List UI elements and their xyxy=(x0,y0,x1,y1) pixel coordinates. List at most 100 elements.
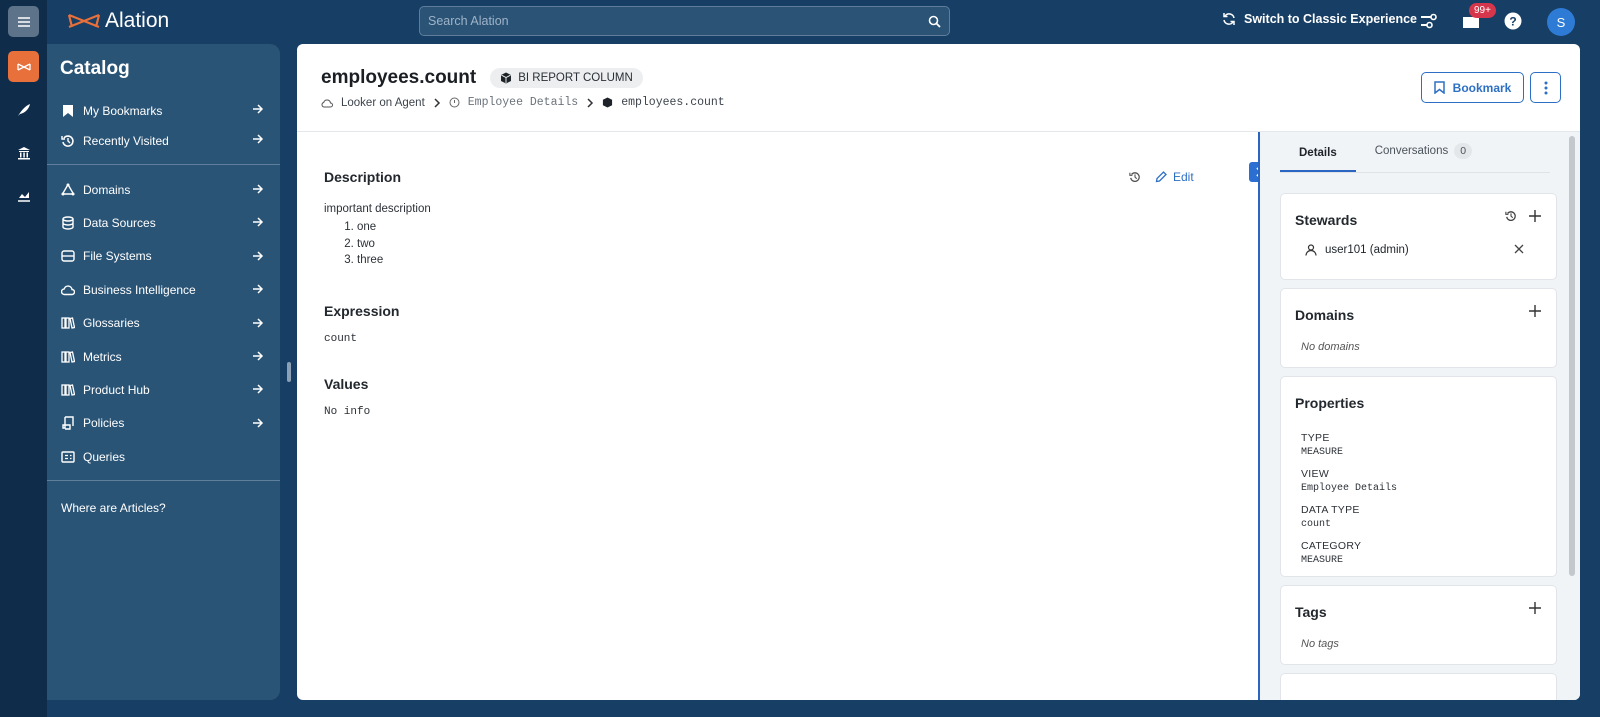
catalog-item-label: Recently Visited xyxy=(83,134,169,148)
tab-details[interactable]: Details xyxy=(1280,147,1356,172)
catalog-item-data-sources[interactable]: Data Sources xyxy=(47,206,280,239)
notification-badge: 99+ xyxy=(1469,3,1496,18)
page-header: employees.count BI REPORT COLUMN Looker … xyxy=(297,44,1580,132)
expression-heading: Expression xyxy=(324,303,400,319)
catalog-item-label: Metrics xyxy=(83,349,122,364)
search-box[interactable] xyxy=(419,6,950,36)
catalog-item-domains[interactable]: Domains xyxy=(47,173,280,206)
user-icon xyxy=(1305,244,1317,256)
chart-icon xyxy=(17,191,30,202)
description-section: Description important description one tw… xyxy=(324,169,431,271)
switch-classic-label: Switch to Classic Experience xyxy=(1244,12,1417,26)
expression-value: count xyxy=(324,333,358,345)
arrow-right-icon xyxy=(252,133,264,145)
analytics-nav-button[interactable] xyxy=(8,180,39,211)
steward-item[interactable]: user101 (admin) xyxy=(1305,244,1409,256)
domains-heading: Domains xyxy=(1295,307,1355,323)
add-tag-icon[interactable] xyxy=(1529,602,1541,614)
stewards-card: Stewards user101 (admin) xyxy=(1280,193,1557,280)
edit-button[interactable]: Edit xyxy=(1155,170,1194,184)
more-options-button[interactable] xyxy=(1530,72,1561,103)
help-button[interactable]: ? xyxy=(1501,9,1525,33)
bookmark-button[interactable]: Bookmark xyxy=(1421,72,1524,103)
user-avatar[interactable]: S xyxy=(1547,8,1575,36)
search-input[interactable] xyxy=(428,14,928,28)
property-key: CATEGORY xyxy=(1301,540,1362,552)
catalog-item-glossaries[interactable]: Glossaries xyxy=(47,307,280,340)
conversations-count: 0 xyxy=(1454,143,1473,159)
tab-conversations[interactable]: Conversations 0 xyxy=(1356,143,1491,172)
object-type-chip: BI REPORT COLUMN xyxy=(490,68,643,88)
details-tabs: Details Conversations 0 xyxy=(1280,132,1550,173)
catalog-item-label: Business Intelligence xyxy=(83,282,196,297)
steward-name: user101 (admin) xyxy=(1325,244,1409,256)
arrow-right-icon xyxy=(252,250,264,262)
settings-sliders-button[interactable] xyxy=(1417,9,1441,33)
chevron-right-icon xyxy=(434,97,440,108)
pencil-icon xyxy=(1155,171,1167,183)
bookmark-label: Bookmark xyxy=(1452,80,1512,95)
details-panel: Details Conversations 0 Stewards user101… xyxy=(1258,132,1580,700)
catalog-item-label: Policies xyxy=(83,416,125,431)
where-are-articles-link[interactable]: Where are Articles? xyxy=(47,487,280,515)
history-icon[interactable] xyxy=(1129,171,1141,183)
quill-icon xyxy=(17,103,30,116)
search-icon[interactable] xyxy=(928,15,941,28)
menu-button[interactable] xyxy=(8,6,39,37)
catalog-item-queries[interactable]: Queries xyxy=(47,440,280,473)
catalog-item-file-systems[interactable]: File Systems xyxy=(47,240,280,273)
values-value: No info xyxy=(324,406,371,418)
add-domain-icon[interactable] xyxy=(1529,305,1541,317)
breadcrumb-item-view[interactable]: Employee Details xyxy=(468,96,578,109)
breadcrumb: Looker on Agent Employee Details employe… xyxy=(321,96,725,109)
property-value: MEASURE xyxy=(1301,555,1344,566)
domains-card: Domains No domains xyxy=(1280,288,1557,368)
properties-card: Properties TYPE MEASURE VIEW Employee Detai… xyxy=(1280,376,1557,577)
catalog-panel: Catalog My Bookmarks Recently Visited Do… xyxy=(47,44,280,700)
alation-logo[interactable]: Alation xyxy=(67,9,169,33)
property-item: TYPE MEASURE xyxy=(1301,432,1343,458)
catalog-item-metrics[interactable]: Metrics xyxy=(47,340,280,373)
tags-heading: Tags xyxy=(1295,604,1327,620)
property-key: DATA TYPE xyxy=(1301,504,1360,516)
catalog-item-business-intelligence[interactable]: Business Intelligence xyxy=(47,273,280,306)
arrow-right-icon xyxy=(252,103,264,115)
catalog-item-product-hub[interactable]: Product Hub xyxy=(47,373,280,406)
history-icon[interactable] xyxy=(1505,210,1517,222)
sliders-icon xyxy=(1421,13,1437,29)
svg-text:?: ? xyxy=(1509,15,1516,29)
add-steward-icon[interactable] xyxy=(1529,210,1541,222)
institution-nav-button[interactable] xyxy=(8,137,39,168)
icon-rail xyxy=(0,0,47,717)
bookmark-outline-icon xyxy=(1433,81,1445,94)
breadcrumb-item-source[interactable]: Looker on Agent xyxy=(341,97,425,109)
database-icon xyxy=(61,216,75,230)
notifications-button[interactable]: 99+ xyxy=(1459,3,1496,33)
domains-icon xyxy=(61,182,75,197)
tags-card: Tags No tags xyxy=(1280,585,1557,665)
books-icon xyxy=(61,316,75,330)
cloud-icon xyxy=(61,283,75,297)
panel-resize-handle[interactable] xyxy=(287,362,291,382)
catalog-item-label: My Bookmarks xyxy=(83,104,163,118)
catalog-item-policies[interactable]: Policies xyxy=(47,407,280,440)
tags-empty: No tags xyxy=(1301,638,1339,650)
compose-nav-button[interactable] xyxy=(8,94,39,125)
catalog-item-label: Queries xyxy=(83,449,126,464)
property-key: VIEW xyxy=(1301,468,1330,480)
divider xyxy=(47,164,280,165)
drive-icon xyxy=(61,249,75,263)
catalog-item-recently-visited[interactable]: Recently Visited xyxy=(47,126,280,156)
switch-classic-button[interactable]: Switch to Classic Experience xyxy=(1222,12,1417,26)
expression-section: Expression count xyxy=(324,303,399,345)
remove-steward-icon[interactable] xyxy=(1514,244,1524,254)
catalog-nav-button[interactable] xyxy=(8,51,39,82)
arrow-right-icon xyxy=(252,383,264,395)
details-scrollbar[interactable] xyxy=(1569,136,1575,576)
catalog-item-label: Domains xyxy=(83,182,131,197)
catalog-item-label: File Systems xyxy=(83,249,152,264)
cube-icon xyxy=(603,97,613,108)
alation-logo-icon xyxy=(67,13,101,29)
arrow-right-icon xyxy=(252,216,264,228)
catalog-item-my-bookmarks[interactable]: My Bookmarks xyxy=(47,96,280,126)
